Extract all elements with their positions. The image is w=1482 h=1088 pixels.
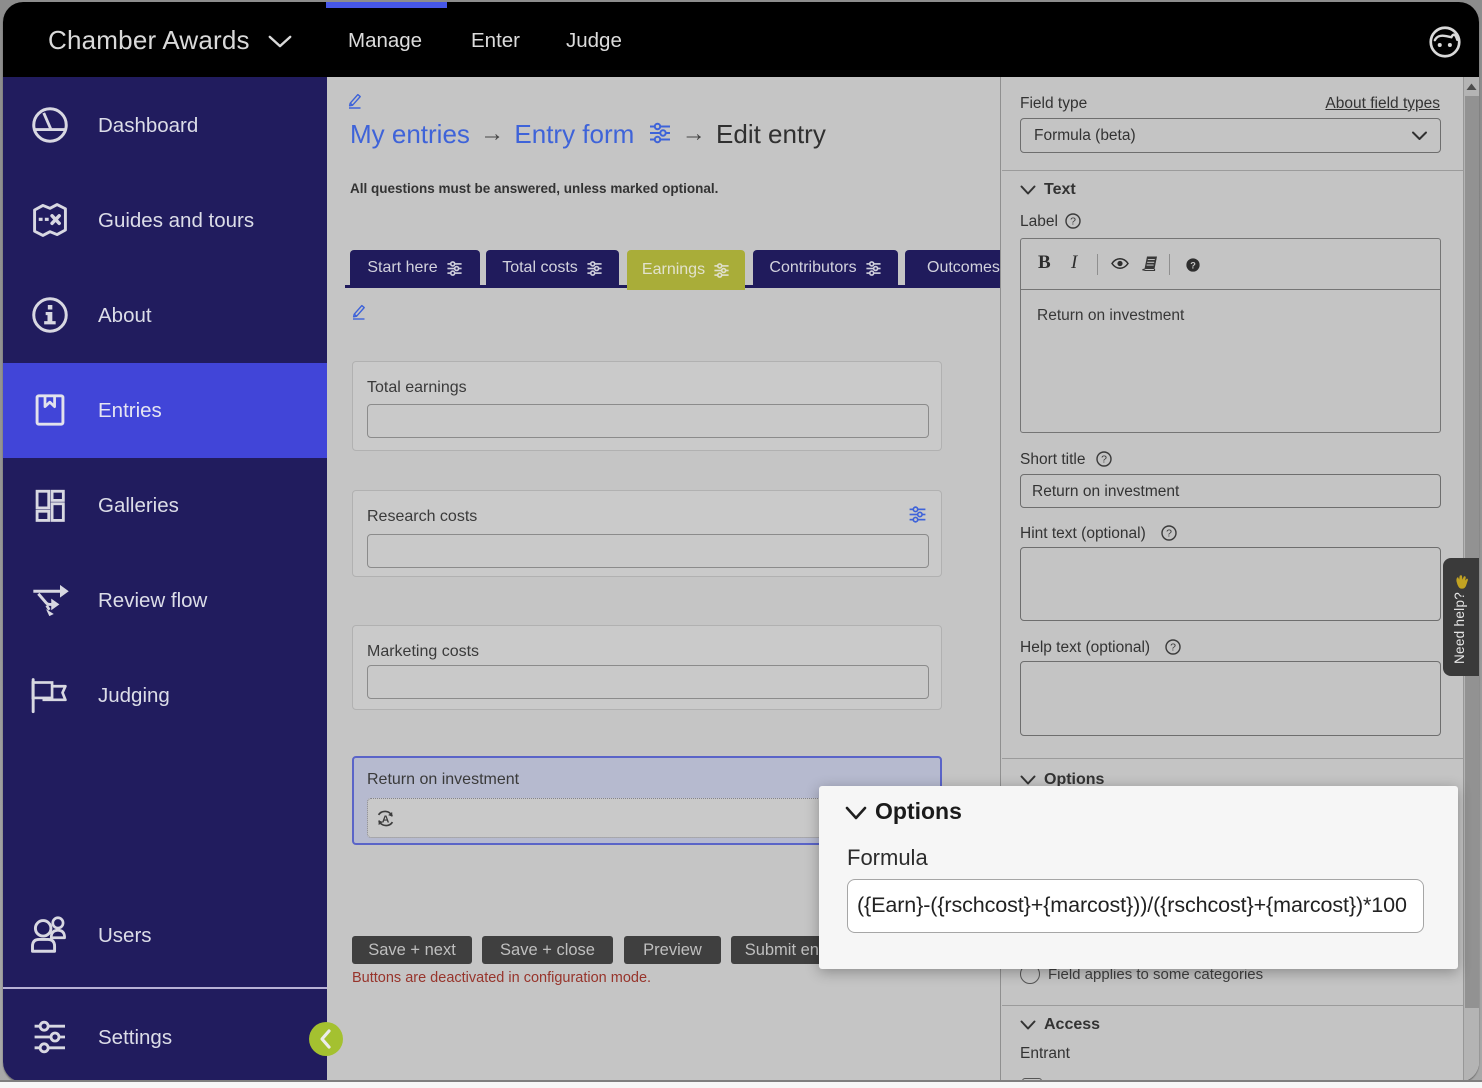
svg-text:?: ? xyxy=(1070,216,1076,228)
svg-text:A: A xyxy=(382,813,390,825)
svg-text:?: ? xyxy=(1166,528,1172,540)
svg-text:?: ? xyxy=(1190,260,1196,270)
svg-text:?: ? xyxy=(1101,454,1107,466)
svg-text:?: ? xyxy=(1170,642,1176,654)
